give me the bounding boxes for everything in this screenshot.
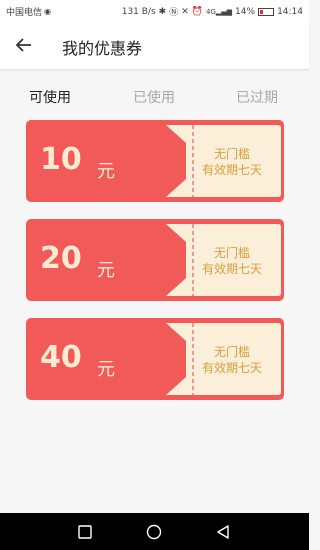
home-button[interactable] <box>144 522 164 542</box>
coupon-desc: 无门槛 有效期七天 <box>186 344 278 376</box>
bluetooth-icon: ✱ <box>158 6 167 17</box>
battery-icon <box>258 7 275 16</box>
network-speed: 131 B/s <box>121 6 156 17</box>
coupon-card[interactable]: 10 元 无门槛 有效期七天 <box>26 120 284 202</box>
coupon-amount: 10 <box>40 142 82 177</box>
battery-percent: 14% <box>235 6 256 17</box>
coupon-desc: 无门槛 有效期七天 <box>186 245 278 277</box>
tab-bar: 可使用 已使用 已过期 <box>0 80 309 110</box>
coupon-validity: 有效期七天 <box>201 262 262 276</box>
wechat-icon: ◉ <box>44 7 51 16</box>
system-nav-bar <box>0 513 309 550</box>
circle-icon <box>146 524 162 540</box>
coupon-condition: 无门槛 <box>213 147 250 161</box>
status-bar: 中国电信 ◉ 131 B/s ✱ Ⓝ ✕ ⏰ 4G▂▄▆ 14% 14:14 <box>0 0 309 20</box>
coupon-desc: 无门槛 有效期七天 <box>186 146 278 178</box>
coupon-unit: 元 <box>97 161 115 182</box>
back-nav-button[interactable] <box>213 522 233 542</box>
tab-expired[interactable]: 已过期 <box>236 87 278 107</box>
nfc-icon: Ⓝ <box>169 8 179 18</box>
tab-used[interactable]: 已使用 <box>133 87 175 107</box>
triangle-back-icon <box>217 525 229 539</box>
back-button[interactable] <box>12 33 36 57</box>
recents-button[interactable] <box>75 522 95 542</box>
coupon-amount: 20 <box>40 241 82 276</box>
alarm-icon: ⏰ <box>191 6 203 17</box>
mute-icon: ✕ <box>181 6 189 17</box>
coupon-amount: 40 <box>40 340 82 375</box>
square-icon <box>78 525 92 539</box>
carrier-label: 中国电信 <box>6 8 43 18</box>
signal-icon: 4G▂▄▆ <box>206 7 233 16</box>
coupon-card[interactable]: 40 元 无门槛 有效期七天 <box>26 318 284 400</box>
coupon-validity: 有效期七天 <box>201 361 262 375</box>
coupon-condition: 无门槛 <box>213 246 250 260</box>
tab-available[interactable]: 可使用 <box>29 87 71 107</box>
app-bar: 我的优惠券 <box>0 20 309 70</box>
page-title: 我的优惠券 <box>62 39 143 58</box>
arrow-left-icon <box>15 38 31 52</box>
coupon-unit: 元 <box>97 359 115 380</box>
coupon-validity: 有效期七天 <box>201 163 262 177</box>
coupon-condition: 无门槛 <box>213 345 250 359</box>
coupon-unit: 元 <box>97 260 115 281</box>
coupon-card[interactable]: 20 元 无门槛 有效期七天 <box>26 219 284 301</box>
clock: 14:14 <box>277 6 303 17</box>
